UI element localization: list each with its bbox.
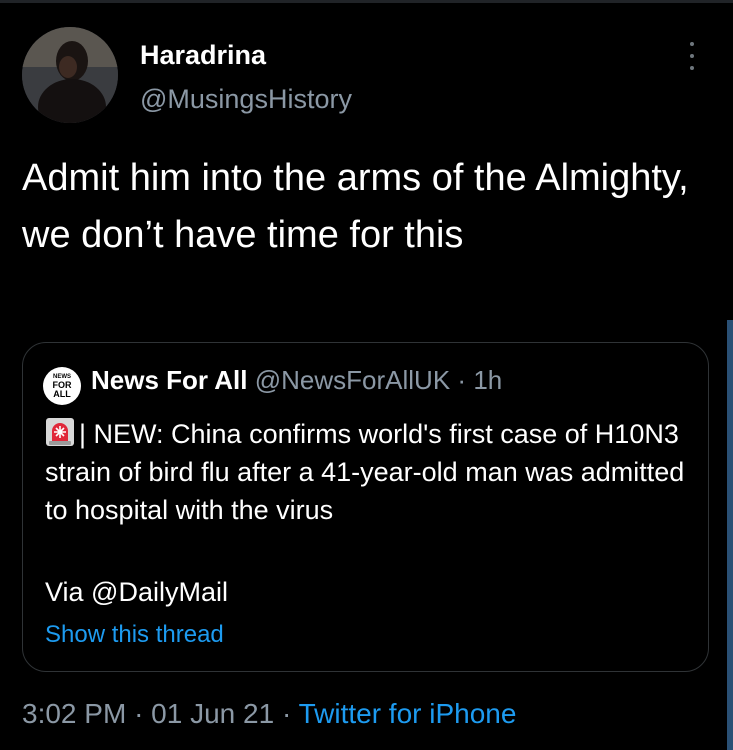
quoted-author-avatar[interactable]: NEWS FOR ALL — [43, 367, 81, 405]
show-thread-link[interactable]: Show this thread — [45, 621, 224, 649]
quoted-via: Via @DailyMail — [45, 577, 228, 607]
avatar-image — [22, 27, 118, 123]
scrollbar[interactable] — [727, 320, 733, 750]
rotating-light-icon — [46, 418, 74, 446]
quoted-author-name[interactable]: News For All — [91, 365, 248, 395]
avatar-line-all: ALL — [53, 389, 71, 399]
quoted-separator: · — [457, 365, 467, 395]
more-options-icon[interactable] — [686, 42, 698, 70]
scrollbar-thumb[interactable] — [727, 320, 733, 750]
tweet: Haradrina @MusingsHistory Admit him into… — [0, 0, 733, 750]
author-avatar[interactable] — [22, 27, 118, 123]
quoted-text-block: | NEW: China confirms world's first case… — [45, 415, 695, 529]
tweet-text: Admit him into the arms of the Almighty,… — [22, 157, 689, 256]
footer-separator: · — [134, 698, 144, 729]
quoted-tweet-card[interactable]: NEWS FOR ALL News For All @NewsForAllUK … — [22, 342, 709, 672]
tweet-source-link[interactable]: Twitter for iPhone — [299, 698, 517, 729]
footer-separator: · — [281, 698, 292, 729]
quoted-text: | NEW: China confirms world's first case… — [45, 419, 685, 525]
quoted-time-ago[interactable]: 1h — [473, 365, 502, 395]
tweet-time[interactable]: 3:02 PM — [22, 698, 126, 729]
tweet-date[interactable]: 01 Jun 21 — [151, 698, 274, 729]
author-handle[interactable]: @MusingsHistory — [140, 84, 352, 115]
quoted-author-handle[interactable]: @NewsForAllUK — [255, 365, 450, 395]
author-name[interactable]: Haradrina — [140, 40, 266, 71]
tweet-footer: 3:02 PM · 01 Jun 21 · Twitter for iPhone — [22, 698, 516, 730]
quoted-header: News For All @NewsForAllUK · 1h — [91, 365, 502, 396]
